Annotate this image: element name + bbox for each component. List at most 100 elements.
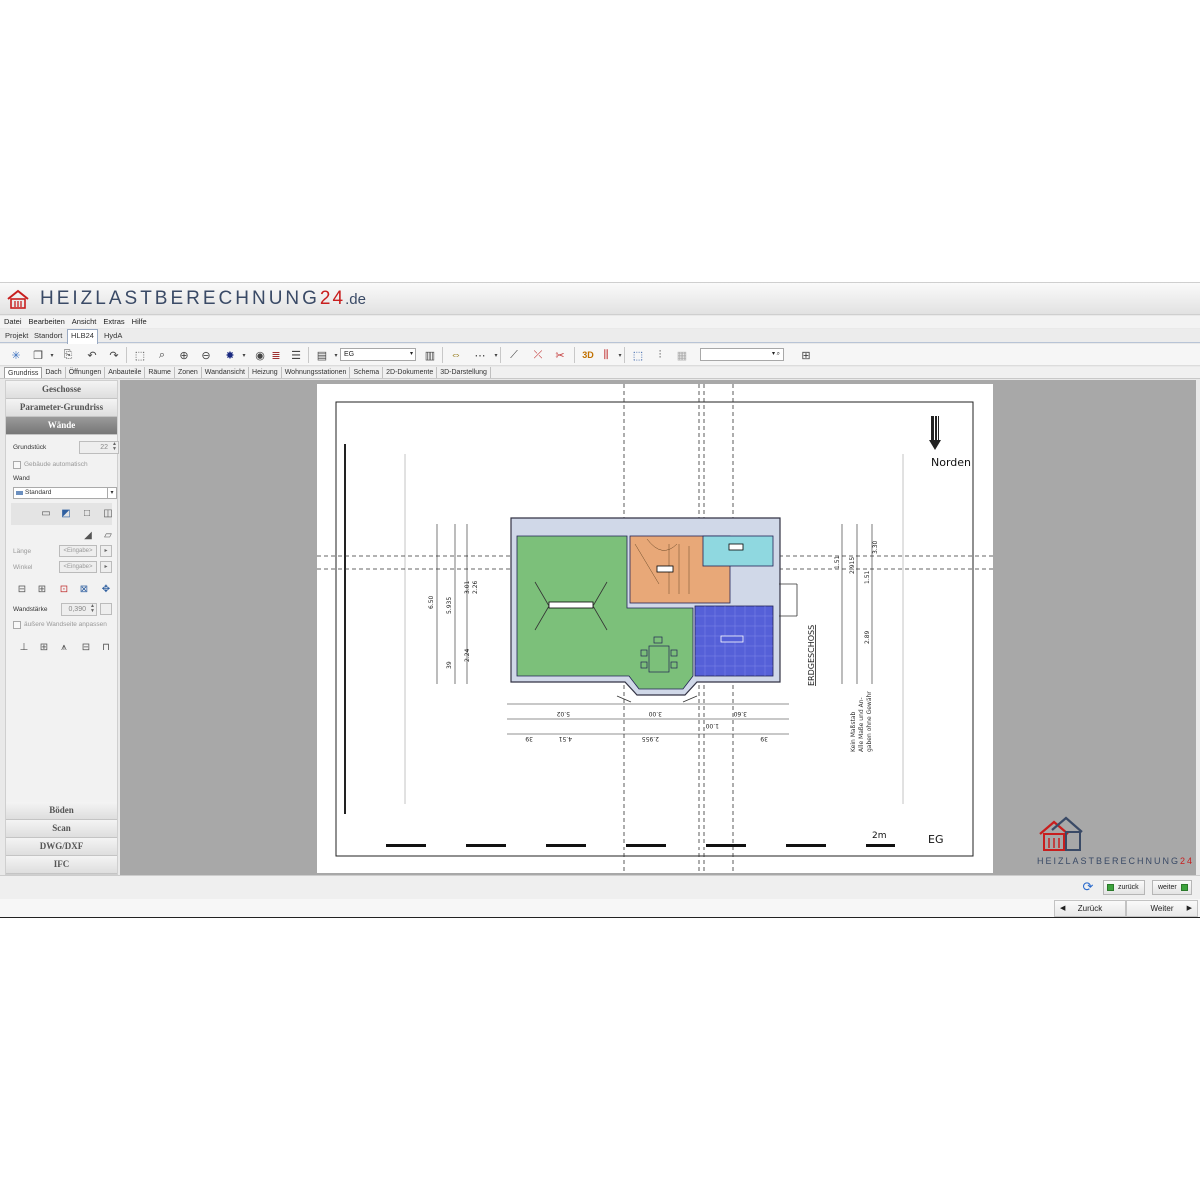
zoom-fit-icon[interactable]: ⌕ <box>154 347 170 363</box>
align-center-icon[interactable]: ⊞ <box>37 641 51 654</box>
tab-3d-darstellung[interactable]: 3D-Darstellung <box>437 367 491 378</box>
wandstaerke-stepper[interactable]: 0,390 ▲ ▼ <box>61 603 97 616</box>
wall-angle-icon[interactable]: ◩ <box>59 507 73 520</box>
menu-bearbeiten[interactable]: Bearbeiten <box>29 316 65 328</box>
select-star-icon[interactable]: ✳ <box>8 347 24 363</box>
section-parameter-grundriss[interactable]: Parameter-Grundriss <box>6 399 117 417</box>
tab-raeume[interactable]: Räume <box>145 367 175 378</box>
layers-icon[interactable]: ≣ <box>268 347 284 363</box>
section-boeden[interactable]: Böden <box>6 802 117 820</box>
chevron-down-icon: ▾ <box>107 488 116 498</box>
trim-icon[interactable]: ✂ <box>552 347 568 363</box>
wall-move-icon[interactable]: ✥ <box>99 583 113 596</box>
wall-solid-icon[interactable]: ▭ <box>39 507 53 520</box>
laenge-input[interactable]: <Eingabe> <box>59 545 97 557</box>
tab-anbauteile[interactable]: Anbauteile <box>105 367 146 378</box>
tab-grundriss[interactable]: Grundriss <box>4 367 43 378</box>
3d-view-button[interactable]: 3D <box>580 347 596 363</box>
outer-side-checkbox[interactable] <box>13 621 21 629</box>
paste-icon[interactable]: ⎘ <box>60 347 76 363</box>
wall-type-select[interactable]: Standard ▾ <box>13 487 117 499</box>
grundstueck-stepper[interactable]: 22 ▲ ▼ <box>79 441 119 454</box>
next-small-button[interactable]: weiter <box>1152 880 1192 895</box>
drawing-canvas[interactable]: 5.02 3.00 3.60 39 4.51 2.955 1.00 39 6.5… <box>120 380 1196 875</box>
tab-projekt[interactable]: Projekt <box>2 330 31 343</box>
floor-select[interactable]: EG ▾ <box>340 348 416 361</box>
north-arrow-icon <box>929 416 941 450</box>
house-logo-icon <box>7 289 29 309</box>
section-ifc[interactable]: IFC <box>6 856 117 874</box>
building-icon[interactable]: ▦ <box>674 347 690 363</box>
align-stack-icon[interactable]: ⊓ <box>99 641 113 654</box>
list-icon[interactable]: ☰ <box>288 347 304 363</box>
visibility-eye-icon[interactable]: ◉ <box>252 347 268 363</box>
refresh-icon[interactable]: ⟳ <box>1080 879 1096 895</box>
application-window: HEIZLASTBERECHNUNG24.de Datei Bearbeiten… <box>0 282 1200 918</box>
tab-wandansicht[interactable]: Wandansicht <box>202 367 250 378</box>
floor-plan-drawing[interactable]: 5.02 3.00 3.60 39 4.51 2.955 1.00 39 6.5… <box>317 384 993 873</box>
section-geschosse[interactable]: Geschosse <box>6 381 117 399</box>
tab-standort[interactable]: Standort <box>31 330 65 343</box>
wall-parallelogram-icon[interactable]: ▱ <box>101 529 115 542</box>
chevron-down-icon[interactable]: ▾ <box>236 347 252 363</box>
wall-rect-icon[interactable]: □ <box>80 507 94 520</box>
winkel-input[interactable]: <Eingabe> <box>59 561 97 573</box>
tab-hlb24[interactable]: HLB24 <box>67 329 98 344</box>
dimension-icon[interactable]: ⇔ <box>448 347 464 363</box>
menu-datei[interactable]: Datei <box>4 316 22 328</box>
watermark-number-text: 24 <box>1180 856 1195 866</box>
align-double-icon[interactable]: ⊟ <box>79 641 93 654</box>
wall-split-icon[interactable]: ⊟ <box>15 583 29 596</box>
tab-hyda[interactable]: HydA <box>101 330 125 343</box>
wall-join-icon[interactable]: ⊞ <box>35 583 49 596</box>
tab-2d-dokumente[interactable]: 2D-Dokumente <box>383 367 438 378</box>
tab-oeffnungen[interactable]: Öffnungen <box>66 367 106 378</box>
cut-line-icon[interactable]: ⤫ <box>530 347 546 363</box>
align-bottom-icon[interactable]: ⊥ <box>17 641 31 654</box>
wall-box-icon[interactable]: ◫ <box>101 507 115 520</box>
winkel-apply-icon[interactable]: ▸ <box>100 561 112 573</box>
chevron-down-icon[interactable]: ▾ <box>44 347 60 363</box>
weiter-label: Weiter <box>1150 904 1174 913</box>
tab-wohnungsstationen[interactable]: Wohnungsstationen <box>282 367 351 378</box>
structure-icon[interactable]: ⫶ <box>652 347 668 363</box>
tab-schema[interactable]: Schema <box>350 367 384 378</box>
tab-zonen[interactable]: Zonen <box>175 367 202 378</box>
section-waende[interactable]: Wände <box>6 417 117 435</box>
spin-arrows-icon[interactable]: ▲ ▼ <box>112 442 117 452</box>
wandstaerke-apply-button[interactable] <box>100 603 112 615</box>
back-small-button[interactable]: zurück <box>1103 880 1145 895</box>
zurueck-button[interactable]: ◀ Zurück <box>1054 900 1126 917</box>
chevron-down-icon[interactable]: ▾ <box>488 347 504 363</box>
auto-building-checkbox[interactable] <box>13 461 21 469</box>
wall-triangle-icon[interactable]: ◢ <box>81 529 95 542</box>
weiter-button[interactable]: Weiter ▶ <box>1126 900 1198 917</box>
cube-icon[interactable]: ⬚ <box>630 347 646 363</box>
zoom-window-icon[interactable]: ⬚ <box>132 347 148 363</box>
line-tool-icon[interactable]: ⟋ <box>506 347 522 363</box>
zoom-out-icon[interactable]: ⊖ <box>198 347 214 363</box>
search-input[interactable]: ▾ ⌕ <box>700 348 784 361</box>
section-dwg-dxf[interactable]: DWG/DXF <box>6 838 117 856</box>
section-scan[interactable]: Scan <box>6 820 117 838</box>
menu-hilfe[interactable]: Hilfe <box>132 316 147 328</box>
wall-align-toolbar: ⊥ ⊞ ⩚ ⊟ ⊓ <box>11 637 112 659</box>
wall-export-icon[interactable]: ⊠ <box>77 583 91 596</box>
tab-heizung[interactable]: Heizung <box>249 367 282 378</box>
redo-icon[interactable]: ↷ <box>106 347 122 363</box>
floor-plan-sheet[interactable]: 5.02 3.00 3.60 39 4.51 2.955 1.00 39 6.5… <box>317 384 993 873</box>
brand-tld-text: .de <box>345 291 366 308</box>
chevron-down-icon[interactable]: ▾ <box>612 347 628 363</box>
grid-dimension-icon[interactable]: ⋯ <box>472 347 488 363</box>
floor-list-icon[interactable]: ▥ <box>422 347 438 363</box>
wall-marker-icon[interactable]: ⊡ <box>57 583 71 596</box>
menu-ansicht[interactable]: Ansicht <box>72 316 97 328</box>
undo-icon[interactable]: ↶ <box>84 347 100 363</box>
align-top-icon[interactable]: ⩚ <box>57 641 71 654</box>
tab-dach[interactable]: Dach <box>42 367 66 378</box>
zoom-all-icon[interactable]: ⊞ <box>798 347 814 363</box>
menu-extras[interactable]: Extras <box>103 316 124 328</box>
laenge-apply-icon[interactable]: ▸ <box>100 545 112 557</box>
zoom-in-icon[interactable]: ⊕ <box>176 347 192 363</box>
spin-arrows-icon[interactable]: ▲ ▼ <box>90 604 95 614</box>
